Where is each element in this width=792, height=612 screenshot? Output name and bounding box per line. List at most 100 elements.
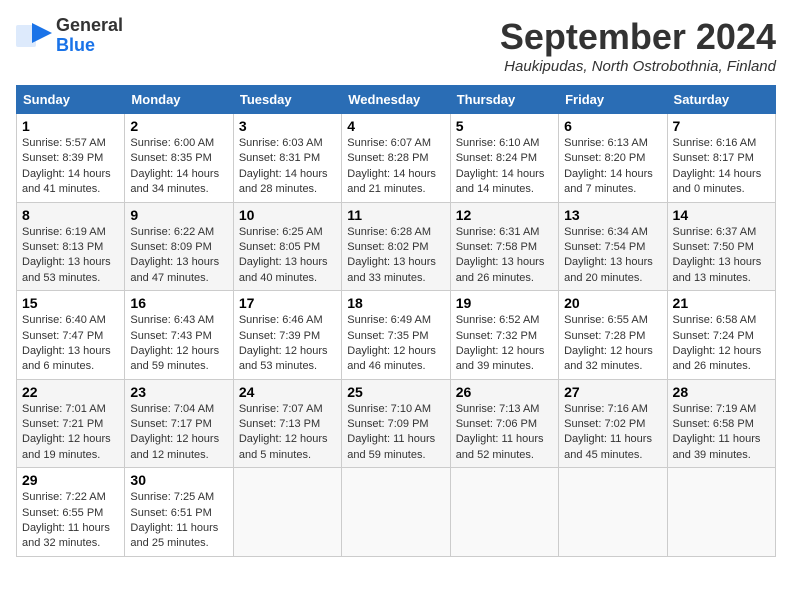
day-number: 11	[347, 207, 444, 223]
sunrise-label: Sunrise: 7:10 AM	[347, 403, 431, 415]
daylight-label: Daylight: 14 hours and 41 minutes.	[22, 168, 111, 195]
sunset-label: Sunset: 8:02 PM	[347, 241, 428, 253]
sunset-label: Sunset: 7:06 PM	[456, 418, 537, 430]
table-row: 2 Sunrise: 6:00 AM Sunset: 8:35 PM Dayli…	[125, 114, 233, 203]
day-info: Sunrise: 6:52 AM Sunset: 7:32 PM Dayligh…	[456, 313, 553, 375]
calendar-week-row: 15 Sunrise: 6:40 AM Sunset: 7:47 PM Dayl…	[17, 291, 776, 380]
day-number: 22	[22, 384, 119, 400]
sunrise-label: Sunrise: 6:49 AM	[347, 314, 431, 326]
day-number: 15	[22, 295, 119, 311]
sunset-label: Sunset: 8:39 PM	[22, 152, 103, 164]
sunrise-label: Sunrise: 7:07 AM	[239, 403, 323, 415]
table-row: 23 Sunrise: 7:04 AM Sunset: 7:17 PM Dayl…	[125, 379, 233, 468]
daylight-label: Daylight: 14 hours and 34 minutes.	[130, 168, 219, 195]
day-number: 9	[130, 207, 227, 223]
day-number: 21	[673, 295, 770, 311]
day-number: 29	[22, 472, 119, 488]
table-row: 21 Sunrise: 6:58 AM Sunset: 7:24 PM Dayl…	[667, 291, 775, 380]
day-number: 26	[456, 384, 553, 400]
sunrise-label: Sunrise: 6:00 AM	[130, 137, 214, 149]
day-info: Sunrise: 6:40 AM Sunset: 7:47 PM Dayligh…	[22, 313, 119, 375]
table-row: 14 Sunrise: 6:37 AM Sunset: 7:50 PM Dayl…	[667, 202, 775, 291]
col-monday: Monday	[125, 86, 233, 114]
day-info: Sunrise: 6:00 AM Sunset: 8:35 PM Dayligh…	[130, 136, 227, 198]
sunset-label: Sunset: 7:43 PM	[130, 330, 211, 342]
table-row: 4 Sunrise: 6:07 AM Sunset: 8:28 PM Dayli…	[342, 114, 450, 203]
daylight-label: Daylight: 12 hours and 39 minutes.	[456, 345, 545, 372]
sunrise-label: Sunrise: 5:57 AM	[22, 137, 106, 149]
table-row: 28 Sunrise: 7:19 AM Sunset: 6:58 PM Dayl…	[667, 379, 775, 468]
daylight-label: Daylight: 13 hours and 47 minutes.	[130, 256, 219, 283]
sunset-label: Sunset: 7:39 PM	[239, 330, 320, 342]
daylight-label: Daylight: 11 hours and 39 minutes.	[673, 433, 761, 460]
sunrise-label: Sunrise: 6:10 AM	[456, 137, 540, 149]
day-info: Sunrise: 6:43 AM Sunset: 7:43 PM Dayligh…	[130, 313, 227, 375]
day-number: 23	[130, 384, 227, 400]
daylight-label: Daylight: 12 hours and 12 minutes.	[130, 433, 219, 460]
page-header: General Blue September 2024 Haukipudas, …	[16, 16, 776, 75]
sunrise-label: Sunrise: 6:25 AM	[239, 226, 323, 238]
table-row: 30 Sunrise: 7:25 AM Sunset: 6:51 PM Dayl…	[125, 468, 233, 557]
day-info: Sunrise: 6:31 AM Sunset: 7:58 PM Dayligh…	[456, 225, 553, 287]
sunrise-label: Sunrise: 6:13 AM	[564, 137, 648, 149]
daylight-label: Daylight: 12 hours and 32 minutes.	[564, 345, 653, 372]
calendar-header-row: Sunday Monday Tuesday Wednesday Thursday…	[17, 86, 776, 114]
sunrise-label: Sunrise: 7:25 AM	[130, 491, 214, 503]
daylight-label: Daylight: 14 hours and 0 minutes.	[673, 168, 762, 195]
table-row: 11 Sunrise: 6:28 AM Sunset: 8:02 PM Dayl…	[342, 202, 450, 291]
day-info: Sunrise: 7:19 AM Sunset: 6:58 PM Dayligh…	[673, 402, 770, 464]
daylight-label: Daylight: 13 hours and 26 minutes.	[456, 256, 545, 283]
daylight-label: Daylight: 14 hours and 28 minutes.	[239, 168, 328, 195]
sunrise-label: Sunrise: 6:52 AM	[456, 314, 540, 326]
sunrise-label: Sunrise: 7:13 AM	[456, 403, 540, 415]
daylight-label: Daylight: 14 hours and 21 minutes.	[347, 168, 436, 195]
table-row: 13 Sunrise: 6:34 AM Sunset: 7:54 PM Dayl…	[559, 202, 667, 291]
day-number: 20	[564, 295, 661, 311]
col-thursday: Thursday	[450, 86, 558, 114]
day-number: 14	[673, 207, 770, 223]
daylight-label: Daylight: 11 hours and 25 minutes.	[130, 522, 218, 549]
table-row: 5 Sunrise: 6:10 AM Sunset: 8:24 PM Dayli…	[450, 114, 558, 203]
table-row: 29 Sunrise: 7:22 AM Sunset: 6:55 PM Dayl…	[17, 468, 125, 557]
daylight-label: Daylight: 12 hours and 19 minutes.	[22, 433, 111, 460]
table-row: 7 Sunrise: 6:16 AM Sunset: 8:17 PM Dayli…	[667, 114, 775, 203]
sunrise-label: Sunrise: 6:40 AM	[22, 314, 106, 326]
daylight-label: Daylight: 13 hours and 53 minutes.	[22, 256, 111, 283]
sunrise-label: Sunrise: 6:34 AM	[564, 226, 648, 238]
table-row: 15 Sunrise: 6:40 AM Sunset: 7:47 PM Dayl…	[17, 291, 125, 380]
daylight-label: Daylight: 11 hours and 52 minutes.	[456, 433, 544, 460]
day-number: 16	[130, 295, 227, 311]
day-info: Sunrise: 7:25 AM Sunset: 6:51 PM Dayligh…	[130, 490, 227, 552]
day-info: Sunrise: 6:16 AM Sunset: 8:17 PM Dayligh…	[673, 136, 770, 198]
table-row: 12 Sunrise: 6:31 AM Sunset: 7:58 PM Dayl…	[450, 202, 558, 291]
sunrise-label: Sunrise: 7:19 AM	[673, 403, 757, 415]
table-row: 3 Sunrise: 6:03 AM Sunset: 8:31 PM Dayli…	[233, 114, 341, 203]
calendar-table: Sunday Monday Tuesday Wednesday Thursday…	[16, 85, 776, 557]
daylight-label: Daylight: 14 hours and 14 minutes.	[456, 168, 545, 195]
sunrise-label: Sunrise: 6:16 AM	[673, 137, 757, 149]
day-number: 19	[456, 295, 553, 311]
table-row: 20 Sunrise: 6:55 AM Sunset: 7:28 PM Dayl…	[559, 291, 667, 380]
day-info: Sunrise: 6:34 AM Sunset: 7:54 PM Dayligh…	[564, 225, 661, 287]
table-row	[233, 468, 341, 557]
day-number: 25	[347, 384, 444, 400]
day-info: Sunrise: 6:37 AM Sunset: 7:50 PM Dayligh…	[673, 225, 770, 287]
day-number: 17	[239, 295, 336, 311]
sunset-label: Sunset: 6:51 PM	[130, 507, 211, 519]
daylight-label: Daylight: 13 hours and 6 minutes.	[22, 345, 111, 372]
location-subtitle: Haukipudas, North Ostrobothnia, Finland	[500, 58, 776, 75]
day-info: Sunrise: 6:58 AM Sunset: 7:24 PM Dayligh…	[673, 313, 770, 375]
sunset-label: Sunset: 8:05 PM	[239, 241, 320, 253]
sunset-label: Sunset: 6:58 PM	[673, 418, 754, 430]
daylight-label: Daylight: 12 hours and 26 minutes.	[673, 345, 762, 372]
sunset-label: Sunset: 7:50 PM	[673, 241, 754, 253]
month-title: September 2024	[500, 16, 776, 58]
day-number: 18	[347, 295, 444, 311]
sunset-label: Sunset: 6:55 PM	[22, 507, 103, 519]
table-row: 6 Sunrise: 6:13 AM Sunset: 8:20 PM Dayli…	[559, 114, 667, 203]
day-number: 6	[564, 118, 661, 134]
table-row	[450, 468, 558, 557]
daylight-label: Daylight: 13 hours and 40 minutes.	[239, 256, 328, 283]
day-info: Sunrise: 6:55 AM Sunset: 7:28 PM Dayligh…	[564, 313, 661, 375]
sunset-label: Sunset: 7:58 PM	[456, 241, 537, 253]
